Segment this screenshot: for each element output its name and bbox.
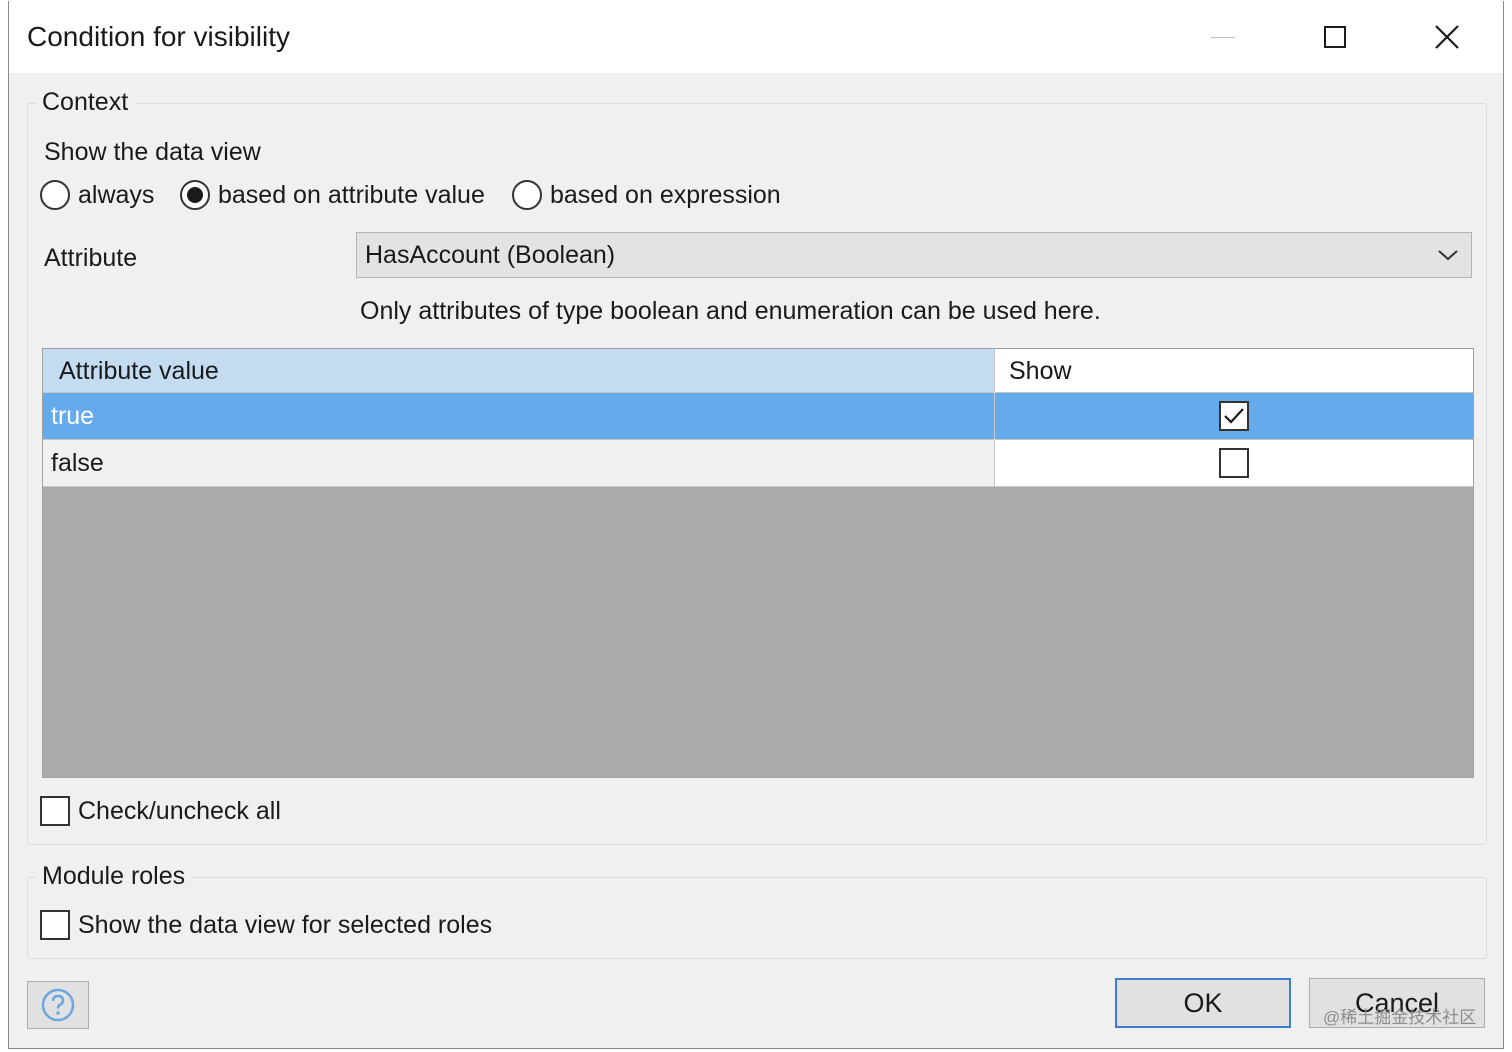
help-icon — [41, 988, 75, 1022]
maximize-icon — [1324, 26, 1346, 48]
roles-checkbox-label: Show the data view for selected roles — [78, 910, 493, 939]
attribute-label: Attribute — [44, 244, 138, 272]
attribute-select[interactable]: HasAccount (Boolean) — [356, 232, 1472, 278]
roles-checkbox[interactable] — [40, 910, 70, 940]
table-row[interactable]: true — [43, 393, 1473, 440]
row-show-cell[interactable] — [995, 393, 1473, 440]
column-header-show[interactable]: Show — [995, 349, 1473, 393]
module-roles-legend: Module roles — [36, 862, 192, 891]
window-title: Condition for visibility — [27, 21, 290, 52]
close-icon — [1435, 25, 1459, 49]
radio-circle — [180, 180, 210, 210]
minimize-icon — [1211, 36, 1235, 38]
title-bar: Condition for visibility — [9, 1, 1503, 73]
minimize-button[interactable] — [1167, 1, 1279, 73]
radio-circle — [40, 180, 70, 210]
check-uncheck-all[interactable]: Check/uncheck all — [40, 796, 281, 826]
module-roles-group: Module roles Show the data view for sele… — [27, 862, 1487, 959]
radio-expression-label: based on expression — [550, 180, 781, 209]
radio-always-label: always — [78, 180, 155, 209]
ok-button[interactable]: OK — [1115, 978, 1291, 1028]
radio-circle — [512, 180, 542, 210]
check-all-checkbox[interactable] — [40, 796, 70, 826]
check-all-label: Check/uncheck all — [78, 796, 281, 825]
checkmark-icon — [1224, 408, 1244, 424]
watermark: @稀土掘金技术社区 — [1323, 1008, 1477, 1027]
column-header-attribute-value[interactable]: Attribute value — [43, 349, 995, 393]
dialog-window: Condition for visibility Context Show th… — [8, 1, 1504, 1049]
close-button[interactable] — [1391, 1, 1503, 73]
radio-selected-dot — [187, 187, 203, 203]
chevron-down-icon[interactable] — [1425, 233, 1471, 277]
radio-expression[interactable]: based on expression — [512, 180, 781, 210]
roles-checkbox-row[interactable]: Show the data view for selected roles — [40, 910, 492, 940]
context-legend: Context — [36, 88, 135, 117]
help-button[interactable] — [27, 981, 89, 1029]
grid-header: Attribute value Show — [43, 349, 1473, 393]
row-attribute-value[interactable]: false — [43, 440, 995, 487]
attribute-value-grid: Attribute value Show true false — [42, 348, 1474, 778]
show-checkbox[interactable] — [1219, 448, 1249, 478]
attribute-hint: Only attributes of type boolean and enum… — [360, 297, 1101, 325]
radio-attribute-value[interactable]: based on attribute value — [180, 180, 485, 210]
row-show-cell[interactable] — [995, 440, 1473, 487]
show-checkbox[interactable] — [1219, 401, 1249, 431]
radio-attribute-value-label: based on attribute value — [218, 180, 485, 209]
context-group: Context Show the data view always based … — [27, 88, 1487, 845]
table-row[interactable]: false — [43, 440, 1473, 487]
maximize-button[interactable] — [1279, 1, 1391, 73]
row-attribute-value[interactable]: true — [43, 393, 995, 440]
attribute-select-value: HasAccount (Boolean) — [365, 240, 616, 269]
radio-always[interactable]: always — [40, 180, 154, 210]
show-data-view-label: Show the data view — [44, 138, 261, 166]
